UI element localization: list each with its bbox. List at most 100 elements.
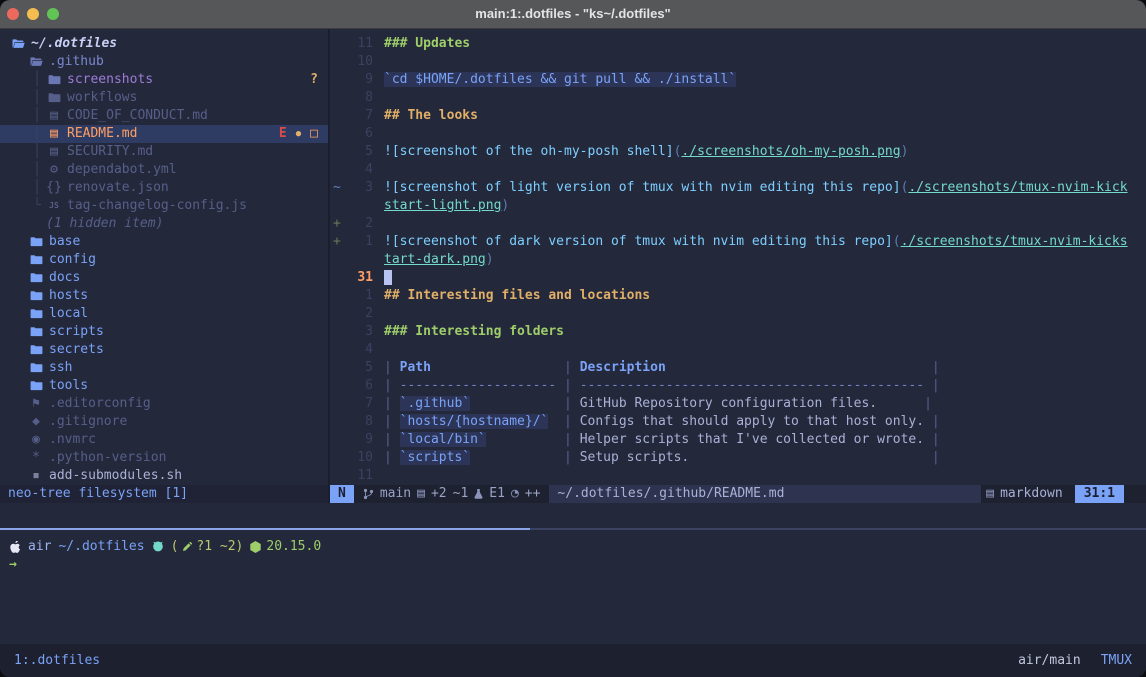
tree-item-label: workflows — [67, 89, 137, 107]
zoom-button[interactable] — [47, 8, 59, 20]
tree-item-label: scripts — [49, 323, 104, 341]
gutter-sign — [330, 431, 346, 449]
tree-item-nvmrc[interactable]: ◉.nvmrc — [0, 431, 328, 449]
editor-line[interactable]: 2 — [330, 305, 1146, 323]
tree-item-python-version[interactable]: *.python-version — [0, 449, 328, 467]
gutter-sign — [330, 125, 346, 143]
neotree-statusline: neo-tree filesystem [1] — [0, 485, 328, 503]
statusline-filepath: ~/.dotfiles/.github/README.md — [549, 485, 981, 503]
tree-item-local[interactable]: local — [0, 305, 328, 323]
line-number: 11 — [346, 35, 373, 53]
editor-line[interactable]: tart-dark.png) — [330, 251, 1146, 269]
markdown-icon: ▤ — [986, 485, 994, 503]
diff-modified: ~1 — [453, 485, 469, 503]
editor-line[interactable]: 4 — [330, 161, 1146, 179]
editor-line[interactable]: 1## Interesting files and locations — [330, 287, 1146, 305]
editor-line[interactable]: 11### Updates — [330, 35, 1146, 53]
editor-line[interactable]: 10 — [330, 53, 1146, 71]
line-text: | `.github` | GitHub Repository configur… — [384, 395, 932, 413]
tree-item-security-md[interactable]: │▤SECURITY.md — [0, 143, 328, 161]
tree-item-tools[interactable]: tools — [0, 377, 328, 395]
tree-item-label: ~/.dotfiles — [31, 35, 117, 53]
tree-item-ssh[interactable]: ssh — [0, 359, 328, 377]
folder-icon — [28, 344, 44, 356]
gutter-sign — [330, 395, 346, 413]
tree-item-screenshots[interactable]: │screenshots? — [0, 71, 328, 89]
line-number — [346, 251, 373, 269]
editor-line[interactable]: 10| `scripts` | Setup scripts. | — [330, 449, 1146, 467]
editor-line[interactable]: 9`cd $HOME/.dotfiles && git pull && ./in… — [330, 71, 1146, 89]
tree-item-secrets[interactable]: secrets — [0, 341, 328, 359]
editor-line[interactable]: 8 — [330, 89, 1146, 107]
tree-item-add-submodules-sh[interactable]: ▪add-submodules.sh — [0, 467, 328, 485]
tree-item-label: hosts — [49, 287, 88, 305]
line-text: start-light.png) — [384, 197, 509, 215]
minimize-button[interactable] — [27, 8, 39, 20]
tree-item-readme-md[interactable]: │▤README.mdE●□ — [0, 125, 328, 143]
editor-line[interactable]: 6| -------------------- | --------------… — [330, 377, 1146, 395]
editor-line[interactable]: 5![screenshot of the oh-my-posh shell](.… — [330, 143, 1146, 161]
tree-item-tag-changelog-config-js[interactable]: └JStag-changelog-config.js — [0, 197, 328, 215]
editor-lines[interactable]: 11### Updates109`cd $HOME/.dotfiles && g… — [330, 35, 1146, 485]
tmux-pane-border — [530, 528, 1146, 530]
folder-icon — [28, 326, 44, 338]
file-tree[interactable]: ~/.dotfiles.github│screenshots?│workflow… — [0, 35, 328, 485]
editor-line[interactable]: +2 — [330, 215, 1146, 233]
tree-item-base[interactable]: base — [0, 233, 328, 251]
editor-line[interactable]: 8| `hosts/{hostname}/` | Configs that sh… — [330, 413, 1146, 431]
editor-line[interactable]: 7| `.github` | GitHub Repository configu… — [330, 395, 1146, 413]
line-number — [346, 197, 373, 215]
file-icon: ⚑ — [28, 395, 44, 413]
tmux-window-label[interactable]: 1:.dotfiles — [14, 652, 100, 670]
line-text: | -------------------- | ---------------… — [384, 377, 940, 395]
editor-line[interactable]: 5| Path | Description | — [330, 359, 1146, 377]
editor-line[interactable]: 9| `local/bin` | Helper scripts that I'v… — [330, 431, 1146, 449]
tree-item-label: .editorconfig — [49, 395, 151, 413]
tree-item-hosts[interactable]: hosts — [0, 287, 328, 305]
editor-line[interactable]: +1![screenshot of dark version of tmux w… — [330, 233, 1146, 251]
tree-item-label: .github — [49, 53, 104, 71]
tree-item-config[interactable]: config — [0, 251, 328, 269]
indent-guide: └ — [28, 197, 46, 215]
tree-item-badges: ? — [310, 71, 318, 89]
file-icon: JS — [46, 197, 62, 215]
clock-icon: ◔ — [511, 485, 519, 503]
file-icon: ▪ — [28, 467, 44, 485]
tree-item-editorconfig[interactable]: ⚑ .editorconfig — [0, 395, 328, 413]
tree-item-scripts[interactable]: scripts — [0, 323, 328, 341]
tree-item-github[interactable]: .github — [0, 53, 328, 71]
shell-input-arrow[interactable]: → — [9, 556, 17, 574]
tree-item-1-hidden-item[interactable]: (1 hidden item) — [0, 215, 328, 233]
folder-icon — [28, 236, 44, 248]
line-number: 9 — [346, 431, 373, 449]
badge-dot: ● — [296, 125, 301, 143]
tree-item-workflows[interactable]: │workflows — [0, 89, 328, 107]
prompt-git-status: (?1 ~2) — [171, 538, 244, 556]
editor-line[interactable]: ~3![screenshot of light version of tmux … — [330, 179, 1146, 197]
line-text: ![screenshot of light version of tmux wi… — [384, 179, 1128, 197]
editor-line[interactable]: 11 — [330, 467, 1146, 485]
gutter-sign — [330, 269, 346, 287]
tree-item-dotfiles[interactable]: ~/.dotfiles — [0, 35, 328, 53]
editor-line[interactable]: 7## The looks — [330, 107, 1146, 125]
tree-item-label: ssh — [49, 359, 72, 377]
close-button[interactable] — [7, 8, 19, 20]
tree-item-docs[interactable]: docs — [0, 269, 328, 287]
editor-line[interactable]: start-light.png) — [330, 197, 1146, 215]
line-text — [384, 269, 392, 287]
editor-line[interactable]: 31 — [330, 269, 1146, 287]
editor-line[interactable]: 4 — [330, 341, 1146, 359]
editor-line[interactable]: 6 — [330, 125, 1146, 143]
tree-item-gitignore[interactable]: ◆.gitignore — [0, 413, 328, 431]
tmux-session-name: air/main — [1018, 652, 1081, 670]
node-icon — [250, 541, 261, 553]
editor-line[interactable]: 3### Interesting folders — [330, 323, 1146, 341]
filetype-indicator: ▤ markdown — [986, 485, 1062, 503]
tree-item-code-of-conduct-md[interactable]: │▤CODE_OF_CONDUCT.md — [0, 107, 328, 125]
tree-item-label: secrets — [49, 341, 104, 359]
line-text: `cd $HOME/.dotfiles && git pull && ./ins… — [384, 71, 736, 89]
tree-item-renovate-json[interactable]: │{}renovate.json — [0, 179, 328, 197]
indent-guide: │ — [28, 71, 46, 89]
gutter-sign — [330, 287, 346, 305]
tree-item-dependabot-yml[interactable]: │⚙dependabot.yml — [0, 161, 328, 179]
